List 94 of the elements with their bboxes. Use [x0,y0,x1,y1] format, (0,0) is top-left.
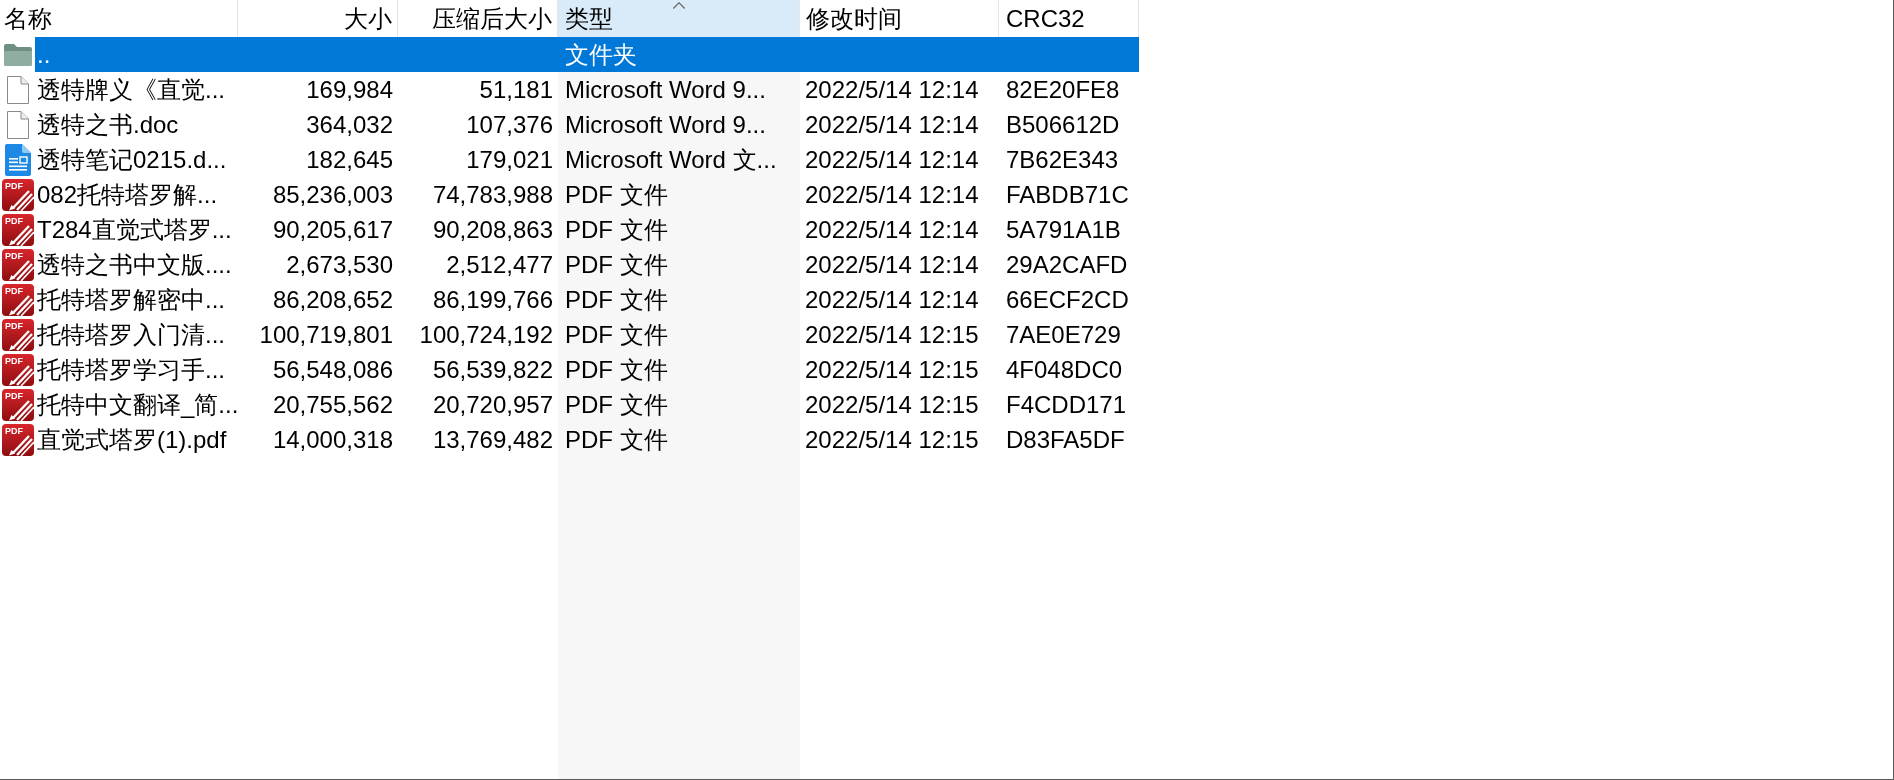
file-name: 直觉式塔罗(1).pdf [37,425,227,455]
modified-time: 2022/5/14 12:15 [805,425,979,455]
modified-time: 2022/5/14 12:14 [805,75,979,105]
file-type: PDF 文件 [565,250,668,280]
file-name: 托特塔罗入门清... [37,320,225,350]
file-type: PDF 文件 [565,285,668,315]
modified-time: 2022/5/14 12:14 [805,145,979,175]
compressed-size: 51,181 [479,75,553,105]
compressed-size: 90,208,863 [432,215,553,245]
blank-page-icon [5,74,30,105]
crc32-value: 82E20FE8 [1006,75,1120,105]
file-name: 082托特塔罗解... [37,180,218,210]
file-row[interactable]: 透特笔记0215.d... 182,645 179,021 Microsoft Word 文... 2022/5/14 12:14 7B62E343 [35,142,1139,177]
crc32-value: 7AE0E729 [1006,320,1121,350]
file-name: 托特塔罗解密中... [37,285,225,315]
modified-time: 2022/5/14 12:15 [805,355,979,385]
file-type: Microsoft Word 文... [565,145,777,175]
file-name: 托特中文翻译_简... [37,390,239,420]
file-type: Microsoft Word 9... [565,110,766,140]
modified-time: 2022/5/14 12:14 [805,285,979,315]
file-size: 56,548,086 [272,355,393,385]
file-name: T284直觉式塔罗... [37,215,232,245]
compressed-size: 2,512,477 [446,250,553,280]
compressed-size: 86,199,766 [432,285,553,315]
pdf-file-icon: PDF [1,353,34,386]
crc32-value: D83FA5DF [1006,425,1125,455]
file-type: PDF 文件 [565,215,668,245]
file-name: 透特之书中文版.... [37,250,232,280]
pdf-file-icon: PDF [1,178,34,211]
file-size: 169,984 [306,75,393,105]
compressed-size: 74,783,988 [432,180,553,210]
pdf-file-icon: PDF [1,248,34,281]
file-row[interactable]: .. 文件夹 [35,37,1139,72]
file-row[interactable]: 透特之书.doc 364,032 107,376 Microsoft Word 9... 2022/5/14 12:14 B506612D [35,107,1139,142]
file-size: 14,000,318 [272,425,393,455]
file-name: 透特之书.doc [37,110,179,140]
file-row[interactable]: 托特塔罗入门清... 100,719,801 100,724,192 PDF 文件 2022/5/14 12:15 7AE0E729 [35,317,1139,352]
file-row[interactable]: 托特塔罗学习手... 56,548,086 56,539,822 PDF 文件 2022/5/14 12:15 4F048DC0 [35,352,1139,387]
file-size: 85,236,003 [272,180,393,210]
blank-page-icon [5,109,30,140]
file-name: 托特塔罗学习手... [37,355,225,385]
file-type: PDF 文件 [565,390,668,420]
file-name: .. [37,40,51,70]
file-name: 透特牌义《直觉... [37,75,225,105]
file-type: PDF 文件 [565,180,668,210]
pdf-file-icon: PDF [1,318,34,351]
crc32-value: 29A2CAFD [1006,250,1128,280]
pdf-file-icon: PDF [1,283,34,316]
modified-time: 2022/5/14 12:14 [805,215,979,245]
file-row[interactable]: 托特中文翻译_简... 20,755,562 20,720,957 PDF 文件 2022/5/14 12:15 F4CDD171 [35,387,1139,422]
compressed-size: 20,720,957 [432,390,553,420]
file-row[interactable]: 托特塔罗解密中... 86,208,652 86,199,766 PDF 文件 2022/5/14 12:14 66ECF2CD [35,282,1139,317]
compressed-size: 107,376 [466,110,553,140]
crc32-value: 7B62E343 [1006,145,1119,175]
text-document-icon [4,143,31,176]
file-size: 364,032 [306,110,393,140]
compressed-size: 179,021 [466,145,553,175]
file-size: 182,645 [306,145,393,175]
crc32-value: B506612D [1006,110,1120,140]
file-type: 文件夹 [565,40,637,70]
file-row[interactable]: T284直觉式塔罗... 90,205,617 90,208,863 PDF 文件 2022/5/14 12:14 5A791A1B [35,212,1139,247]
compressed-size: 13,769,482 [432,425,553,455]
sort-caret-icon [672,2,685,9]
file-name: 透特笔记0215.d... [37,145,227,175]
file-row[interactable]: 082托特塔罗解... 85,236,003 74,783,988 PDF 文件 2022/5/14 12:14 FABDB71C [35,177,1139,212]
folder-icon [2,42,33,67]
file-row[interactable]: 直觉式塔罗(1).pdf 14,000,318 13,769,482 PDF 文件 2022/5/14 12:15 D83FA5DF [35,422,1139,457]
crc32-value: F4CDD171 [1006,390,1127,420]
modified-time: 2022/5/14 12:14 [805,250,979,280]
file-size: 90,205,617 [272,215,393,245]
modified-time: 2022/5/14 12:15 [805,320,979,350]
file-size: 2,673,530 [286,250,393,280]
file-type: PDF 文件 [565,320,668,350]
file-size: 86,208,652 [272,285,393,315]
modified-time: 2022/5/14 12:14 [805,110,979,140]
modified-time: 2022/5/14 12:14 [805,180,979,210]
crc32-value: 5A791A1B [1006,215,1121,245]
crc32-value: FABDB71C [1006,180,1129,210]
file-type: PDF 文件 [565,355,668,385]
compressed-size: 56,539,822 [432,355,553,385]
file-row[interactable]: 透特之书中文版.... 2,673,530 2,512,477 PDF 文件 2022/5/14 12:14 29A2CAFD [35,247,1139,282]
crc32-value: 66ECF2CD [1006,285,1129,315]
pdf-file-icon: PDF [1,423,34,456]
pdf-file-icon: PDF [1,388,34,421]
compressed-size: 100,724,192 [419,320,553,350]
pdf-file-icon: PDF [1,213,34,246]
file-type: Microsoft Word 9... [565,75,766,105]
column-header[interactable]: 类型 [558,0,800,37]
file-type: PDF 文件 [565,425,668,455]
file-size: 20,755,562 [272,390,393,420]
file-row[interactable]: 透特牌义《直觉... 169,984 51,181 Microsoft Word 9... 2022/5/14 12:14 82E20FE8 [35,72,1139,107]
file-size: 100,719,801 [259,320,393,350]
crc32-value: 4F048DC0 [1006,355,1123,385]
modified-time: 2022/5/14 12:15 [805,390,979,420]
